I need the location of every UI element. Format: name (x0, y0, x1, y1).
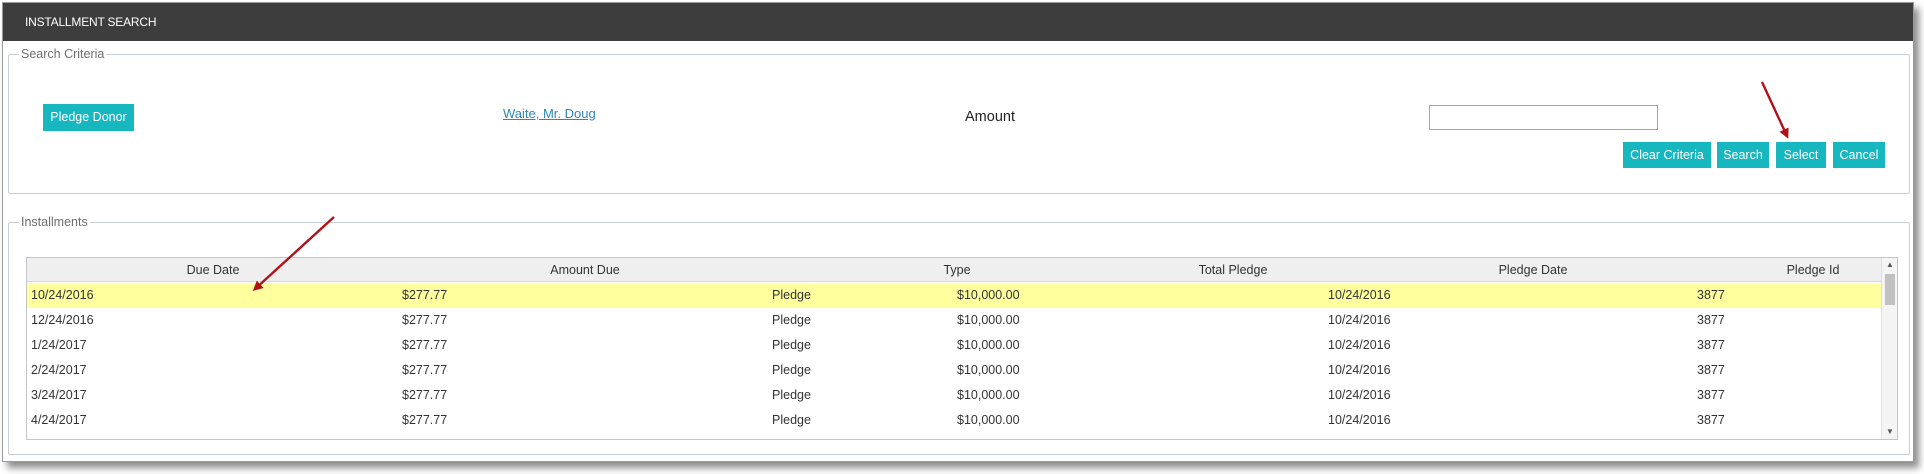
search-button[interactable]: Search (1717, 142, 1769, 168)
cell-pledge-date: 10/24/2016 (1328, 288, 1391, 302)
cell-pledge-date: 10/24/2016 (1328, 363, 1391, 377)
cell-due-date: 4/24/2017 (31, 413, 87, 427)
search-criteria-legend: Search Criteria (21, 47, 105, 61)
pledge-donor-button[interactable]: Pledge Donor (43, 104, 134, 131)
cell-type: Pledge (772, 413, 811, 427)
cell-pledge-id: 3877 (1697, 413, 1725, 427)
dialog-title: INSTALLMENT SEARCH (3, 3, 1913, 41)
cell-due-date: 10/24/2016 (31, 288, 94, 302)
cell-amount-due: $277.77 (402, 338, 448, 352)
table-row[interactable]: 3/24/2017 $277.77 Pledge $10,000.00 10/24/20… (27, 383, 1882, 408)
cancel-button[interactable]: Cancel (1833, 142, 1885, 168)
cell-total-pledge: $10,000.00 (957, 288, 1020, 302)
table-row[interactable]: 1/24/2017 $277.77 Pledge $10,000.00 10/24/20… (27, 333, 1882, 358)
table-row[interactable]: 10/24/2016 $277.77 Pledge $10,000.00 10/24/2… (27, 283, 1882, 308)
donor-name-link[interactable]: Waite, Mr. Doug (503, 106, 596, 121)
cell-due-date: 12/24/2016 (31, 313, 94, 327)
cell-amount-due: $277.77 (402, 313, 448, 327)
cell-pledge-date: 10/24/2016 (1328, 413, 1391, 427)
cell-pledge-date: 10/24/2016 (1328, 388, 1391, 402)
cell-type: Pledge (772, 388, 811, 402)
cell-amount-due: $277.77 (402, 288, 448, 302)
cell-total-pledge: $10,000.00 (957, 313, 1020, 327)
cell-total-pledge: $10,000.00 (957, 363, 1020, 377)
cell-pledge-id: 3877 (1697, 288, 1725, 302)
cell-due-date: 1/24/2017 (31, 338, 87, 352)
cell-type: Pledge (772, 338, 811, 352)
table-row[interactable]: 12/24/2016 $277.77 Pledge $10,000.00 10/24/2… (27, 308, 1882, 333)
select-button[interactable]: Select (1776, 142, 1826, 168)
cell-pledge-id: 3877 (1697, 338, 1725, 352)
amount-label: Amount (965, 109, 1015, 125)
cell-type: Pledge (772, 288, 811, 302)
cell-due-date: 3/24/2017 (31, 388, 87, 402)
cell-total-pledge: $10,000.00 (957, 338, 1020, 352)
column-header-amount-due[interactable]: Amount Due (399, 258, 771, 282)
cell-amount-due: $277.77 (402, 388, 448, 402)
cell-pledge-date: 10/24/2016 (1328, 338, 1391, 352)
installments-grid: Due Date Amount Due Type Total Pledge Pl… (26, 257, 1898, 440)
installment-search-dialog: INSTALLMENT SEARCH Search Criteria Pledg… (2, 2, 1914, 462)
cell-pledge-date: 10/24/2016 (1328, 313, 1391, 327)
cell-pledge-id: 3877 (1697, 313, 1725, 327)
cell-pledge-id: 3877 (1697, 388, 1725, 402)
scroll-up-icon[interactable]: ▲ (1882, 258, 1897, 272)
table-row[interactable]: 2/24/2017 $277.77 Pledge $10,000.00 10/24/20… (27, 358, 1882, 383)
amount-input[interactable] (1429, 105, 1658, 130)
cell-amount-due: $277.77 (402, 363, 448, 377)
cell-total-pledge: $10,000.00 (957, 388, 1020, 402)
cell-total-pledge: $10,000.00 (957, 413, 1020, 427)
grid-scrollbar[interactable]: ▲ ▼ (1881, 258, 1897, 439)
installments-legend: Installments (21, 215, 88, 229)
column-header-pledge-id[interactable]: Pledge Id (1627, 258, 1897, 282)
table-row[interactable]: 4/24/2017 $277.77 Pledge $10,000.00 10/24/20… (27, 408, 1882, 433)
scroll-down-icon[interactable]: ▼ (1882, 425, 1897, 439)
scroll-thumb[interactable] (1885, 274, 1895, 305)
cell-pledge-id: 3877 (1697, 363, 1725, 377)
grid-header: Due Date Amount Due Type Total Pledge Pl… (27, 258, 1882, 282)
cell-amount-due: $277.77 (402, 413, 448, 427)
cell-type: Pledge (772, 363, 811, 377)
column-header-due-date[interactable]: Due Date (27, 258, 399, 282)
cell-type: Pledge (772, 313, 811, 327)
cell-due-date: 2/24/2017 (31, 363, 87, 377)
clear-criteria-button[interactable]: Clear Criteria (1623, 142, 1711, 168)
